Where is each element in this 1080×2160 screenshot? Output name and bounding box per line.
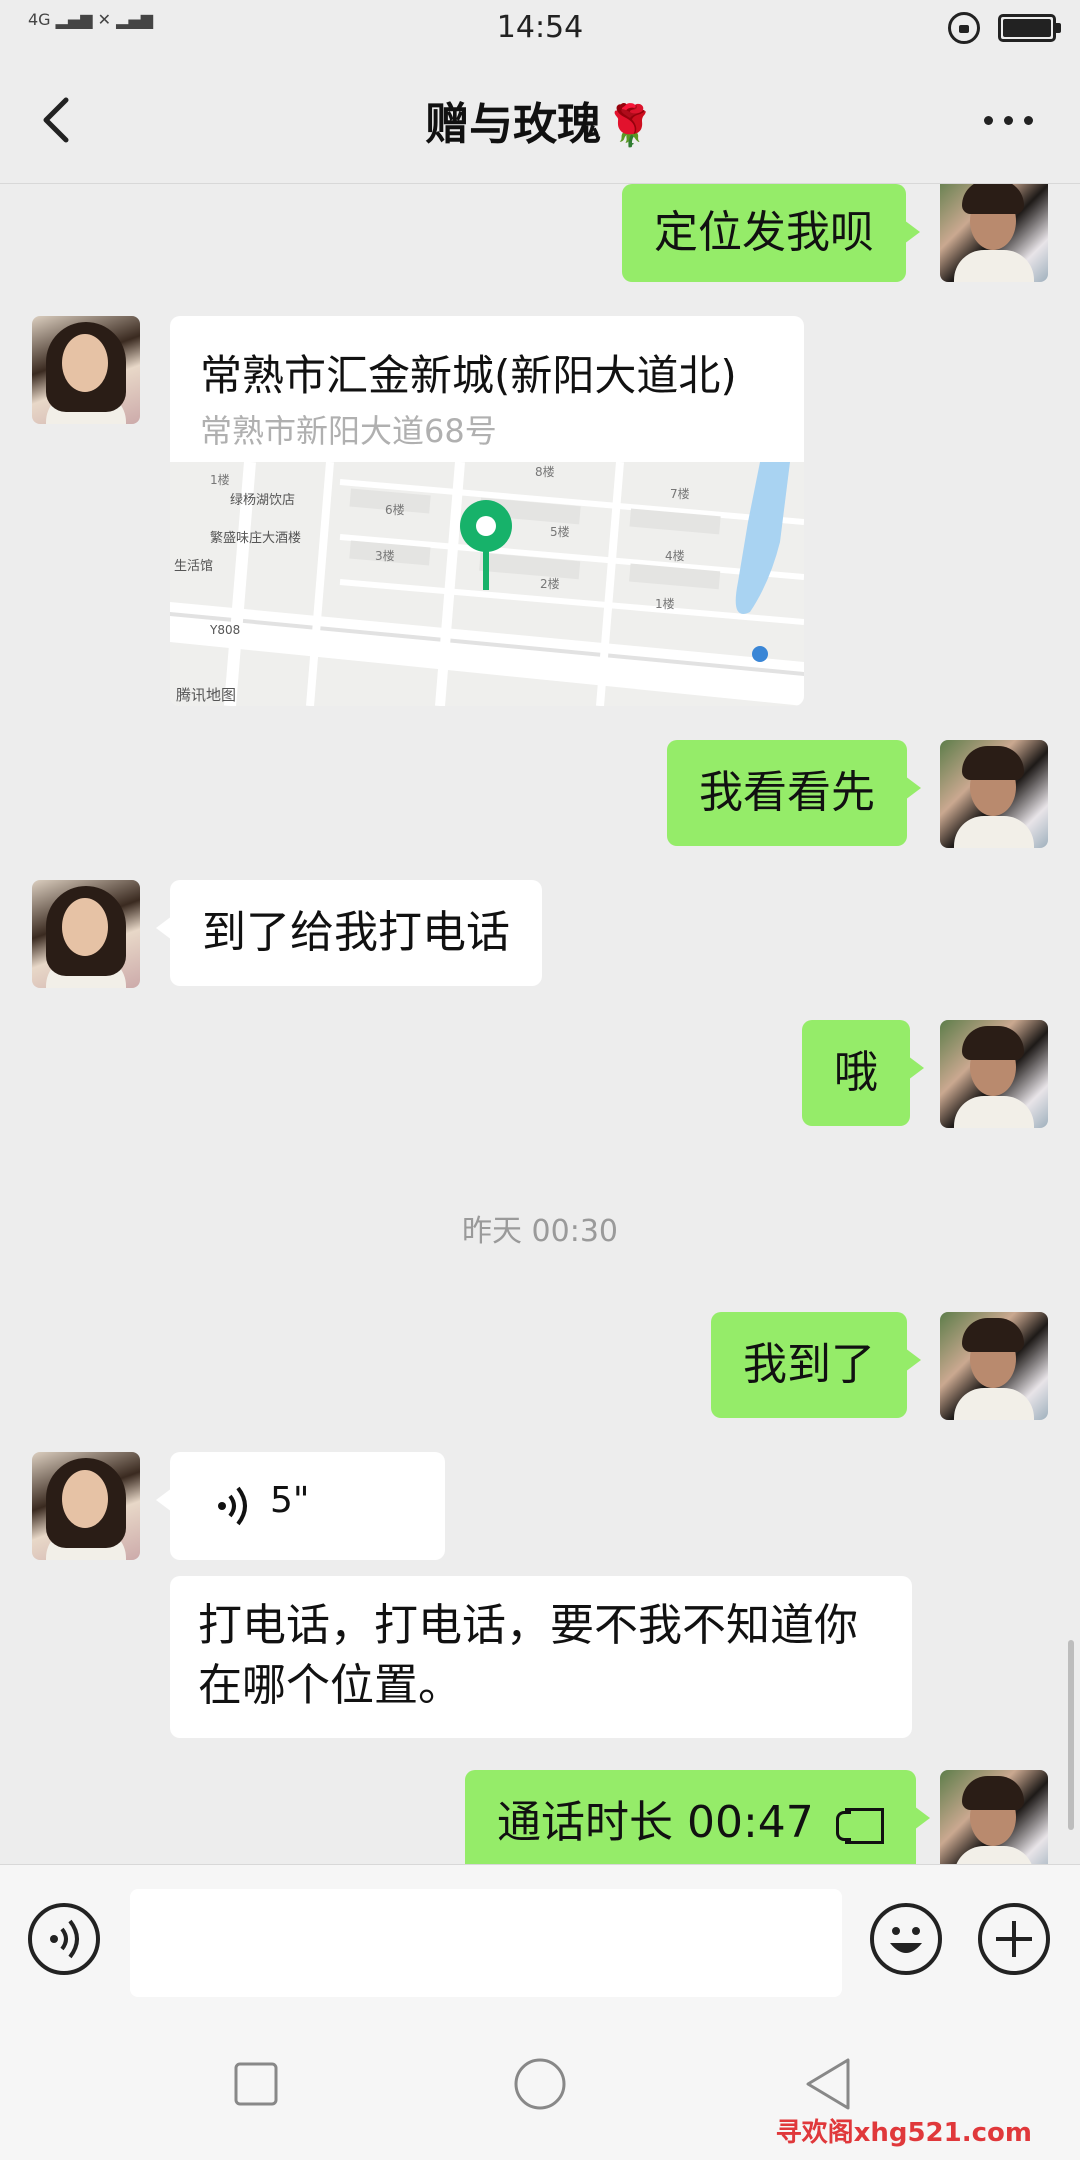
location-card[interactable]: 常熟市汇金新城(新阳大道北) 常熟市新阳大道68号 1楼 绿杨湖饮店 6楼 8楼… (170, 316, 804, 706)
voice-wave-icon (218, 1486, 247, 1526)
message-text: 到了给我打电话 (202, 907, 510, 958)
rose-icon: 🌹 (605, 103, 655, 149)
message-bubble-received[interactable]: 到了给我打电话 (156, 880, 542, 986)
map-label: 繁盛味庄大酒楼 (210, 530, 301, 546)
message-input[interactable] (130, 1889, 842, 1997)
avatar[interactable] (32, 880, 140, 988)
location-name: 常熟市汇金新城(新阳大道北) (200, 351, 737, 400)
location-map[interactable]: 1楼 绿杨湖饮店 6楼 8楼 7楼 5楼 4楼 3楼 2楼 1楼 繁盛味庄大酒楼… (170, 462, 804, 706)
input-bar (0, 1864, 1080, 2012)
chat-title: 赠与玫瑰 🌹 (0, 88, 1080, 152)
location-address: 常熟市新阳大道68号 (200, 412, 497, 450)
voice-input-button[interactable] (28, 1903, 100, 1975)
message-text: 我看看先 (699, 767, 875, 818)
message-text: 定位发我呗 (654, 207, 874, 258)
scrollbar[interactable] (1068, 1640, 1074, 1830)
chat-header: 赠与玫瑰 🌹 (0, 56, 1080, 184)
map-label: 绿杨湖饮店 (230, 493, 295, 508)
message-text: 哦 (834, 1047, 878, 1098)
voice-icon (50, 1919, 79, 1959)
message-text: 我到了 (743, 1339, 875, 1390)
avatar[interactable] (940, 1020, 1048, 1128)
call-duration-text: 通话时长 00:47 (497, 1797, 814, 1848)
recent-apps-button[interactable] (232, 2060, 280, 2112)
map-label: 2楼 (540, 576, 560, 591)
home-button[interactable] (512, 2056, 568, 2116)
back-nav-button[interactable] (800, 2056, 856, 2116)
map-label: 5楼 (550, 524, 570, 539)
message-list[interactable]: 定位发我呗 常熟市汇金新城(新阳大道北) 常熟市新阳大道68号 1楼 绿杨湖饮店… (0, 184, 1080, 1864)
plus-icon (996, 1921, 1032, 1957)
map-label: Y808 (209, 623, 240, 637)
map-label: 6楼 (385, 502, 405, 517)
more-options-button[interactable] (980, 100, 1040, 140)
map-label: 1楼 (210, 472, 230, 487)
avatar[interactable] (32, 1452, 140, 1560)
avatar[interactable] (940, 1770, 1048, 1864)
map-label: 4楼 (665, 548, 685, 563)
message-bubble-sent[interactable]: 我看看先 (667, 740, 921, 846)
avatar[interactable] (32, 316, 140, 424)
message-timestamp: 昨天 00:30 (462, 1214, 618, 1249)
rotation-lock-icon (948, 12, 980, 44)
square-icon (234, 2062, 278, 2106)
triangle-back-icon (806, 2058, 850, 2110)
avatar[interactable] (940, 184, 1048, 282)
map-label: 7楼 (670, 486, 690, 501)
circle-icon (514, 2058, 566, 2110)
clock: 14:54 (496, 10, 584, 45)
avatar[interactable] (940, 740, 1048, 848)
avatar[interactable] (940, 1312, 1048, 1420)
map-credit: 腾讯地图 (176, 686, 236, 704)
message-bubble-received[interactable]: 打电话，打电话，要不我不知道你在哪个位置。 (170, 1576, 912, 1738)
status-bar: 4G ▂▄▆ ✕ ▂▄▆ 14:54 (0, 0, 1080, 56)
message-bubble-sent[interactable]: 哦 (802, 1020, 924, 1126)
message-text: 打电话，打电话，要不我不知道你在哪个位置。 (198, 1600, 858, 1711)
more-actions-button[interactable] (978, 1903, 1050, 1975)
video-call-icon (835, 1808, 884, 1844)
message-bubble-sent[interactable]: 定位发我呗 (622, 184, 920, 282)
map-label: 8楼 (535, 464, 555, 479)
map-label: 3楼 (375, 548, 395, 563)
watermark: 寻欢阁xhg521.com (775, 2118, 1032, 2148)
smiley-icon (890, 1927, 922, 1953)
voice-duration: 5" (270, 1480, 310, 1521)
voice-message[interactable]: 5" (156, 1452, 445, 1560)
map-label: 1楼 (655, 596, 675, 611)
battery-icon (998, 14, 1061, 42)
message-bubble-sent[interactable]: 我到了 (711, 1312, 921, 1418)
chat-title-text: 赠与玫瑰 (425, 99, 602, 150)
call-record-bubble[interactable]: 通话时长 00:47 (465, 1770, 930, 1864)
emoji-button[interactable] (870, 1903, 942, 1975)
map-label: 生活馆 (174, 559, 213, 574)
